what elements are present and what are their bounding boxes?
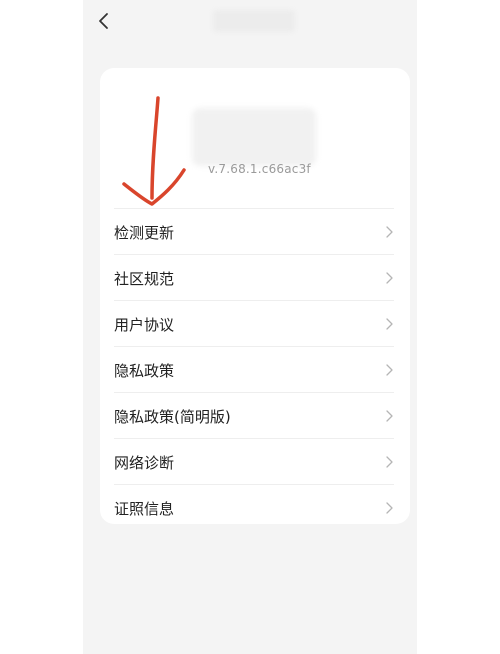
menu-item-network-diagnosis[interactable]: 网络诊断	[114, 438, 394, 484]
menu-item-label: 检测更新	[114, 224, 175, 242]
chevron-left-icon[interactable]	[93, 10, 115, 32]
chevron-right-icon	[386, 364, 393, 376]
menu-item-label: 证照信息	[114, 500, 175, 518]
menu-item-label: 隐私政策	[114, 362, 175, 380]
nav-bar	[83, 0, 417, 44]
chevron-right-icon	[386, 456, 393, 468]
blurred-app-logo	[192, 108, 316, 166]
menu-item-label: 用户协议	[114, 316, 175, 334]
menu-item-license-info[interactable]: 证照信息	[114, 484, 394, 530]
settings-menu: 检测更新 社区规范 用户协议 隐私政策 隐私政策(简明版) 网络诊断 证照信息	[114, 208, 394, 530]
red-arrow-annotation	[122, 96, 186, 206]
menu-item-check-update[interactable]: 检测更新	[114, 208, 394, 254]
menu-item-community-guidelines[interactable]: 社区规范	[114, 254, 394, 300]
about-card: v.7.68.1.c66ac3f 检测更新 社区规范 用户协议 隐私政策 隐私政…	[100, 68, 410, 524]
menu-item-label: 网络诊断	[114, 454, 175, 472]
chevron-right-icon	[386, 410, 393, 422]
menu-item-user-agreement[interactable]: 用户协议	[114, 300, 394, 346]
phone-screen: v.7.68.1.c66ac3f 检测更新 社区规范 用户协议 隐私政策 隐私政…	[83, 0, 417, 654]
chevron-right-icon	[386, 226, 393, 238]
menu-item-label: 隐私政策(简明版)	[114, 408, 231, 426]
chevron-right-icon	[386, 272, 393, 284]
version-text: v.7.68.1.c66ac3f	[208, 162, 311, 176]
blurred-page-title	[213, 10, 295, 32]
chevron-right-icon	[386, 318, 393, 330]
menu-item-privacy-policy[interactable]: 隐私政策	[114, 346, 394, 392]
menu-item-privacy-policy-brief[interactable]: 隐私政策(简明版)	[114, 392, 394, 438]
chevron-right-icon	[386, 502, 393, 514]
menu-item-label: 社区规范	[114, 270, 175, 288]
